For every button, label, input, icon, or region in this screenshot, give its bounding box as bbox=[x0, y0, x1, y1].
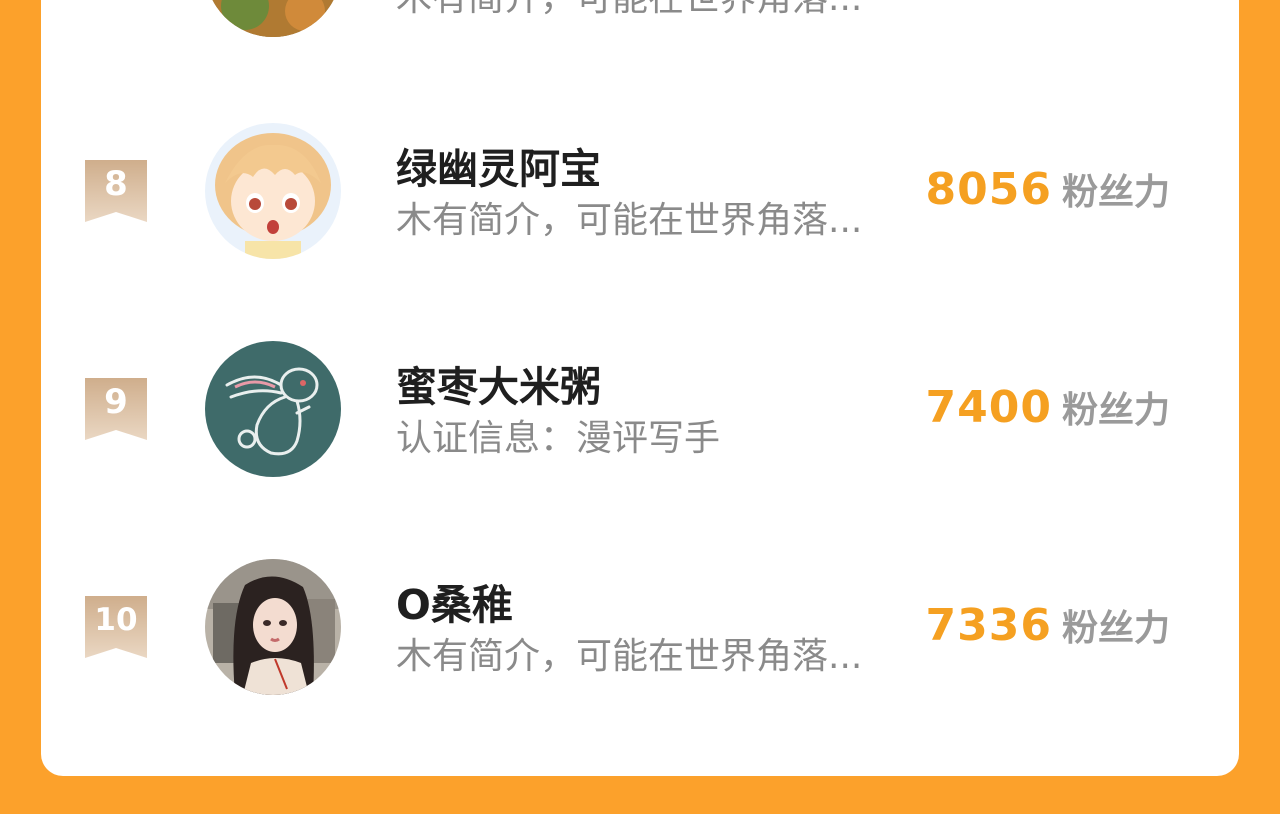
fan-power-unit: 粉丝力 bbox=[1061, 390, 1170, 431]
user-name[interactable]: 蜜枣大米粥 bbox=[396, 362, 601, 412]
ranking-row[interactable]: 10 O桑稚 木有简介，可能在世界角落... 7336 粉丝力 bbox=[0, 558, 1280, 698]
fan-power-unit: 粉丝力 bbox=[1061, 172, 1170, 213]
fan-power: 7400 粉丝力 bbox=[926, 380, 1170, 439]
rank-badge: 10 bbox=[85, 596, 147, 658]
fan-power-value: 8056 bbox=[925, 164, 1052, 215]
ranking-row[interactable]: 8 绿幽灵阿宝 木有简介，可能在世界角落... 8056 粉丝力 bbox=[0, 122, 1280, 262]
anime-boy-avatar[interactable] bbox=[205, 123, 341, 259]
girl-portrait-avatar[interactable] bbox=[205, 559, 341, 695]
user-description: 木有简介，可能在世界角落... bbox=[396, 0, 881, 22]
user-name[interactable]: O桑稚 bbox=[396, 580, 513, 630]
ranking-row-partial[interactable]: 木有简介，可能在世界角落... bbox=[0, 0, 1280, 40]
fan-power: 7336 粉丝力 bbox=[926, 598, 1170, 657]
user-description: 木有简介，可能在世界角落... bbox=[396, 200, 863, 241]
ranking-row[interactable]: 9 蜜枣大米粥 认证信息：漫评写手 7400 粉丝力 bbox=[0, 340, 1280, 480]
rank-badge: 9 bbox=[85, 378, 147, 440]
chalk-rabbit-avatar[interactable] bbox=[205, 341, 341, 477]
rank-badge: 8 bbox=[85, 160, 147, 222]
rank-number: 8 bbox=[104, 164, 128, 204]
rank-number: 10 bbox=[94, 602, 138, 638]
fan-power-unit: 粉丝力 bbox=[1061, 608, 1170, 649]
fan-power-value: 7400 bbox=[925, 382, 1052, 433]
user-description: 认证信息：漫评写手 bbox=[396, 418, 721, 459]
avatar[interactable] bbox=[205, 0, 341, 37]
rank-number: 9 bbox=[104, 382, 128, 422]
fan-power-value: 7336 bbox=[925, 600, 1052, 651]
user-name[interactable]: 绿幽灵阿宝 bbox=[396, 144, 601, 194]
user-description: 木有简介，可能在世界角落... bbox=[396, 636, 863, 677]
fan-power: 8056 粉丝力 bbox=[926, 162, 1170, 221]
